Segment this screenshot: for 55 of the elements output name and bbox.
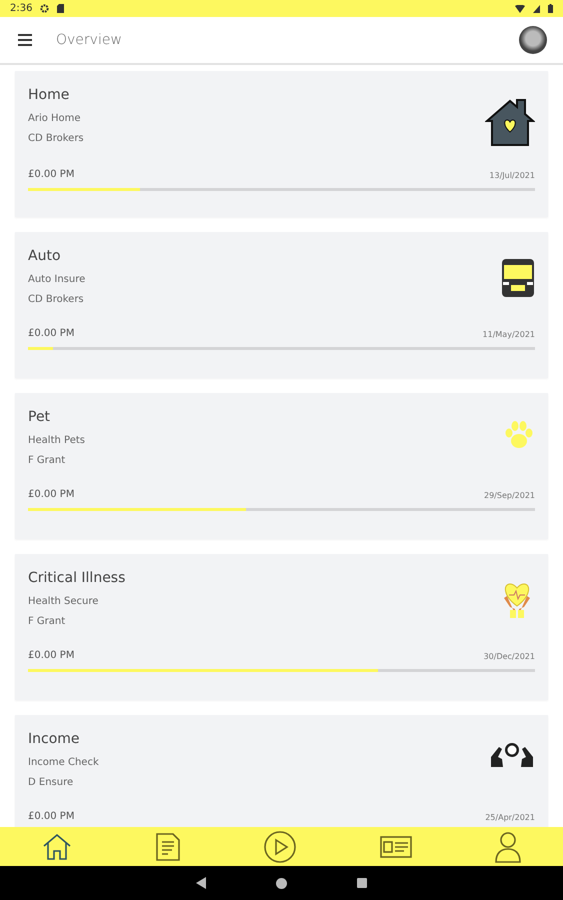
id-card-icon <box>380 834 412 858</box>
status-time: 2:36 <box>10 3 32 14</box>
policy-amount: £0.00 PM <box>28 650 74 661</box>
signal-icon <box>533 4 540 12</box>
battery-icon <box>548 4 553 13</box>
policy-amount: £0.00 PM <box>28 489 74 500</box>
policy-title: Pet <box>28 409 52 425</box>
policy-card[interactable]: Auto Auto Insure CD Brokers £0.00 PM 11/May/2021 <box>15 232 548 378</box>
policy-broker: D Ensure <box>28 776 74 790</box>
nav-tab[interactable] <box>495 830 522 862</box>
money-hands-icon <box>489 741 535 769</box>
nav-tab[interactable] <box>264 830 296 862</box>
paw-icon <box>503 419 535 451</box>
policy-amount: £0.00 PM <box>28 169 74 180</box>
policy-date: 13/Jul/2021 <box>489 171 535 180</box>
home-icon <box>42 832 72 862</box>
nav-tab[interactable] <box>380 834 412 858</box>
house-icon <box>485 97 535 147</box>
policy-card[interactable]: Pet Health Pets F Grant £0.00 PM 29/Sep/2021 <box>15 393 548 539</box>
policy-title: Critical Illness <box>28 570 126 586</box>
sim-card-icon <box>57 4 64 13</box>
gear-icon <box>40 4 50 13</box>
play-icon <box>264 830 296 862</box>
policy-card[interactable]: Critical Illness Health Secure F Grant £0.00 PM 30/Dec/2021 <box>15 554 548 700</box>
nav-tab[interactable] <box>42 832 72 862</box>
policy-broker: F Grant <box>28 615 66 629</box>
home-button-icon[interactable] <box>276 878 287 888</box>
policy-date: 29/Sep/2021 <box>484 491 535 500</box>
policy-date: 11/May/2021 <box>482 330 535 339</box>
policy-title: Income <box>28 731 81 747</box>
person-icon <box>495 830 522 862</box>
policy-card[interactable]: Income Income Check D Ensure £0.00 PM 25/Apr/2021 <box>15 715 548 827</box>
policy-broker: CD Brokers <box>28 132 85 146</box>
policy-title: Auto <box>28 248 62 264</box>
policy-product: Ario Home <box>28 112 82 126</box>
avatar[interactable] <box>519 26 547 54</box>
policy-card[interactable]: Home Ario Home CD Brokers £0.00 PM 13/Jul/2021 <box>15 71 548 217</box>
policy-date: 25/Apr/2021 <box>485 813 535 822</box>
policy-broker: CD Brokers <box>28 293 85 307</box>
menu-icon[interactable] <box>18 34 32 46</box>
policy-product: Health Secure <box>28 595 100 609</box>
policy-product: Health Pets <box>28 434 86 448</box>
policy-product: Income Check <box>28 756 100 770</box>
back-icon[interactable] <box>196 877 206 889</box>
document-icon <box>155 832 182 862</box>
policy-broker: F Grant <box>28 454 66 468</box>
policy-amount: £0.00 PM <box>28 811 74 822</box>
truck-icon <box>501 258 535 298</box>
policy-date: 30/Dec/2021 <box>484 652 535 661</box>
policy-amount: £0.00 PM <box>28 328 74 339</box>
policy-title: Home <box>28 87 70 103</box>
policy-product: Auto Insure <box>28 273 86 287</box>
wifi-icon <box>515 4 525 12</box>
page-title: Overview <box>56 32 122 48</box>
nav-tab[interactable] <box>155 832 182 862</box>
